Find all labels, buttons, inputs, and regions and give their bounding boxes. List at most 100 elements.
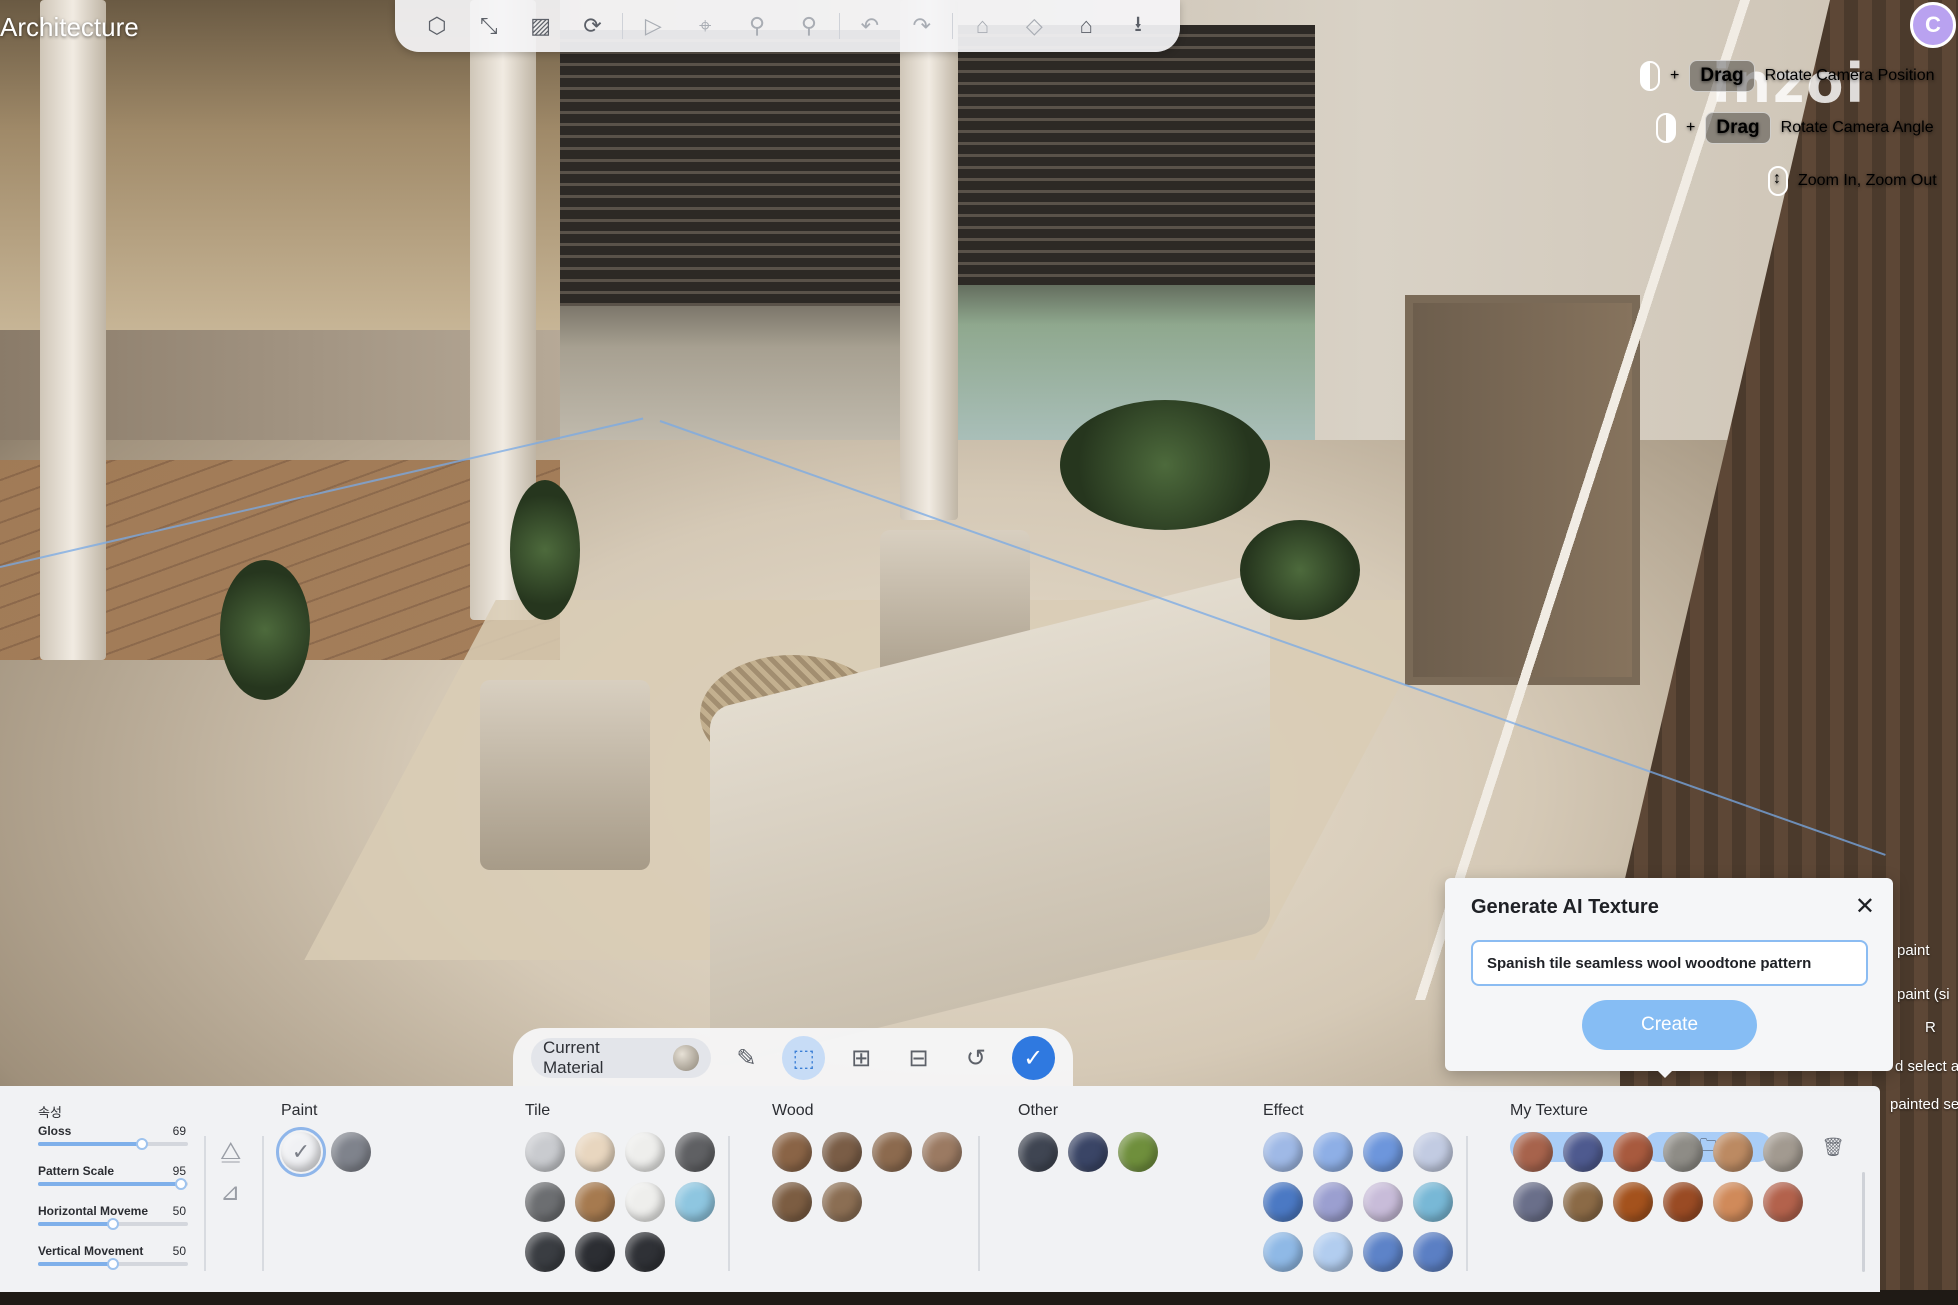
download-icon[interactable]: ⭳ <box>1116 6 1160 46</box>
property-value: 95 <box>172 1164 186 1178</box>
eyedropper-icon[interactable]: ⚲ <box>735 6 779 46</box>
my-texture-swatch[interactable] <box>1713 1182 1753 1222</box>
measure-icon[interactable]: ⤡ <box>467 6 511 46</box>
slider-fill <box>38 1182 181 1186</box>
properties-list: Gloss 69 Pattern Scale 95 Horizontal Moveme 5… <box>38 1124 198 1284</box>
house-icon[interactable]: ⌂ <box>961 6 1005 46</box>
wood-swatch[interactable] <box>822 1132 862 1172</box>
select-add-icon[interactable]: ⊞ <box>839 1036 882 1080</box>
my-texture-swatch[interactable] <box>1613 1132 1653 1172</box>
hint-text: d select a <box>1895 1058 1958 1075</box>
slider-thumb[interactable] <box>107 1218 119 1230</box>
magnet-icon[interactable]: ⟳ <box>571 6 615 46</box>
create-button[interactable]: Create <box>1582 1000 1757 1050</box>
house-upload-icon[interactable]: ⌂ <box>1064 6 1108 46</box>
effect-swatch[interactable] <box>1413 1182 1453 1222</box>
my-texture-swatch[interactable] <box>1763 1182 1803 1222</box>
wood-swatch[interactable] <box>822 1182 862 1222</box>
eyedropper-icon[interactable]: ✎ <box>725 1036 768 1080</box>
divider <box>262 1136 264 1271</box>
other-swatch[interactable] <box>1018 1132 1058 1172</box>
wood-swatch[interactable] <box>772 1132 812 1172</box>
effect-swatch[interactable] <box>1363 1182 1403 1222</box>
armchair <box>480 680 650 870</box>
my-texture-swatch[interactable] <box>1613 1182 1653 1222</box>
tile-swatch[interactable] <box>525 1132 565 1172</box>
camera-control-row: + Drag Rotate Camera Angle <box>1656 112 1934 144</box>
tile-swatch[interactable] <box>675 1182 715 1222</box>
tile-swatch[interactable] <box>575 1182 615 1222</box>
current-material-button[interactable]: Current Material <box>531 1038 711 1078</box>
my-texture-title: My Texture <box>1510 1102 1588 1119</box>
property-slider[interactable] <box>38 1218 188 1230</box>
reset-icon[interactable]: ↺ <box>954 1036 997 1080</box>
plant <box>1060 400 1270 530</box>
wood-swatch[interactable] <box>772 1182 812 1222</box>
effect-swatch[interactable] <box>1313 1132 1353 1172</box>
tile-swatch[interactable] <box>575 1232 615 1272</box>
tile-swatch[interactable] <box>525 1232 565 1272</box>
effect-swatch[interactable] <box>1363 1132 1403 1172</box>
pin-icon[interactable]: ⌖ <box>683 6 727 46</box>
slider-thumb[interactable] <box>135 1138 148 1150</box>
mirror-icon[interactable]: ⧋ <box>220 1138 250 1178</box>
toolbar-separator <box>838 13 840 39</box>
other-swatch[interactable] <box>1068 1132 1108 1172</box>
brush-icon[interactable]: ⚲ <box>787 6 831 46</box>
effect-swatch[interactable] <box>1263 1132 1303 1172</box>
effect-swatch[interactable] <box>1413 1132 1453 1172</box>
slider-thumb[interactable] <box>107 1258 119 1270</box>
tile-swatch[interactable] <box>625 1182 665 1222</box>
effect-swatch[interactable] <box>1413 1232 1453 1272</box>
my-texture-swatch[interactable] <box>1563 1132 1603 1172</box>
grid-pattern-icon[interactable]: ▨ <box>519 6 563 46</box>
paint-swatch[interactable] <box>331 1132 371 1172</box>
tile-swatch[interactable] <box>625 1232 665 1272</box>
property-slider[interactable] <box>38 1258 188 1270</box>
close-icon[interactable]: ✕ <box>1855 892 1875 921</box>
tile-swatch[interactable] <box>525 1182 565 1222</box>
effect-swatch[interactable] <box>1263 1232 1303 1272</box>
tile-swatch[interactable] <box>575 1132 615 1172</box>
texture-prompt-input[interactable] <box>1471 940 1868 986</box>
paint-swatch[interactable]: ✓ <box>276 1127 326 1177</box>
cursor-icon[interactable]: ▷ <box>631 6 675 46</box>
my-texture-swatch[interactable] <box>1663 1132 1703 1172</box>
my-texture-swatch[interactable] <box>1563 1182 1603 1222</box>
rotate-surface-icon[interactable]: ⊿ <box>220 1178 250 1218</box>
my-texture-swatch[interactable] <box>1513 1132 1553 1172</box>
other-swatch[interactable] <box>1118 1132 1158 1172</box>
redo-icon[interactable]: ↷ <box>900 6 944 46</box>
floor-plan-icon[interactable]: ◇ <box>1012 6 1056 46</box>
slider-thumb[interactable] <box>174 1178 187 1190</box>
paint-title: Paint <box>281 1102 318 1119</box>
slider-fill <box>38 1222 113 1226</box>
column <box>900 0 958 520</box>
undo-icon[interactable]: ↶ <box>848 6 892 46</box>
my-texture-swatch[interactable] <box>1763 1132 1803 1172</box>
my-texture-swatch[interactable] <box>1663 1182 1703 1222</box>
property-value: 50 <box>172 1204 186 1218</box>
tile-swatch[interactable] <box>625 1132 665 1172</box>
select-remove-icon[interactable]: ⊟ <box>897 1036 940 1080</box>
my-texture-swatch[interactable] <box>1713 1132 1753 1172</box>
cube-icon[interactable]: ⬡ <box>415 6 459 46</box>
effect-swatch[interactable] <box>1363 1232 1403 1272</box>
my-texture-swatch[interactable] <box>1513 1182 1553 1222</box>
property-slider[interactable] <box>38 1138 188 1150</box>
paint-area-icon[interactable]: ⬚ <box>782 1036 826 1080</box>
my-texture-scrollbar[interactable] <box>1862 1172 1865 1272</box>
slider-fill <box>38 1262 113 1266</box>
wood-swatch[interactable] <box>922 1132 962 1172</box>
property-name: Vertical Movement <box>38 1244 144 1258</box>
avatar[interactable]: C <box>1910 2 1956 48</box>
camera-control-label: Rotate Camera Angle <box>1780 119 1934 136</box>
effect-swatch[interactable] <box>1313 1232 1353 1272</box>
effect-swatch[interactable] <box>1313 1182 1353 1222</box>
wood-swatch[interactable] <box>872 1132 912 1172</box>
tile-swatch[interactable] <box>675 1132 715 1172</box>
confirm-icon[interactable]: ✓ <box>1011 1036 1056 1080</box>
property-slider[interactable] <box>38 1178 188 1190</box>
effect-swatch[interactable] <box>1263 1182 1303 1222</box>
delete-texture-button[interactable]: 🗑︎ <box>1818 1132 1848 1162</box>
